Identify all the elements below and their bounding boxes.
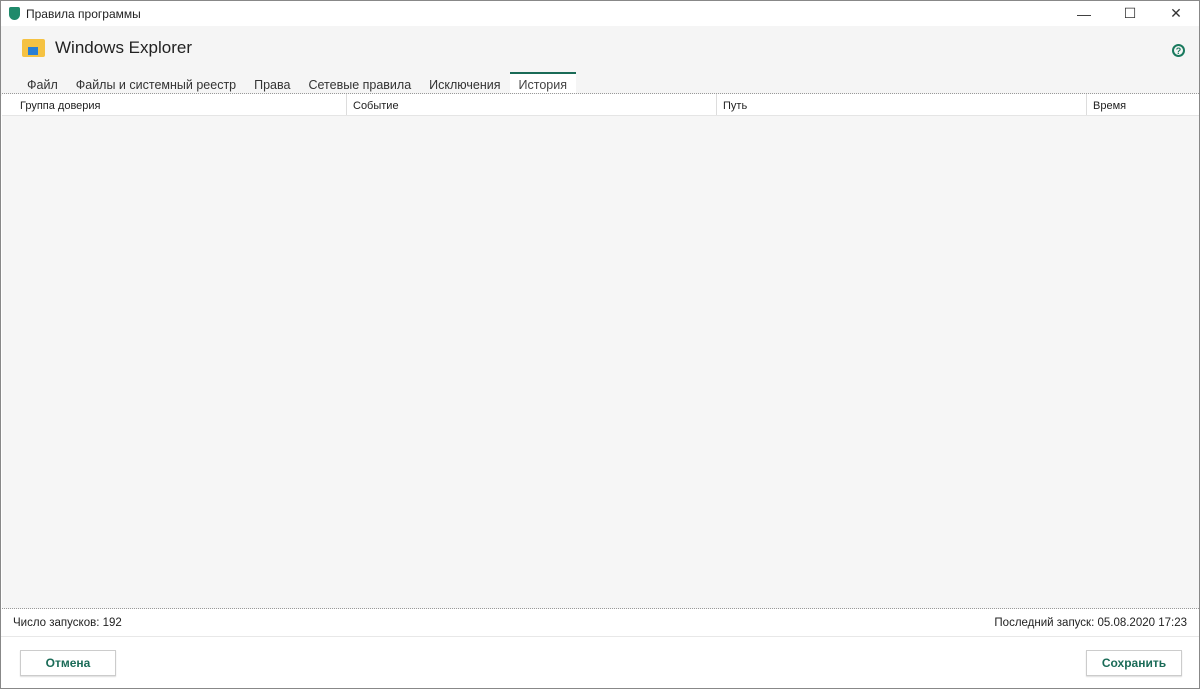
column-trust-group[interactable]: Группа доверия	[2, 94, 347, 115]
save-button[interactable]: Сохранить	[1086, 650, 1182, 676]
folder-icon	[22, 39, 45, 57]
title-bar: Правила программы	[1, 1, 1199, 26]
cancel-button[interactable]: Отмена	[20, 650, 116, 676]
column-time[interactable]: Время	[1087, 94, 1199, 115]
history-table[interactable]: Группа доверия Событие Путь Время	[2, 93, 1199, 609]
column-event[interactable]: Событие	[347, 94, 717, 115]
status-footer: Число запусков: 192 Последний запуск: 05…	[1, 610, 1199, 637]
header: Windows Explorer ? Файл Файлы и системны…	[1, 26, 1199, 96]
maximize-button[interactable]: ☐	[1107, 1, 1153, 26]
window-title: Правила программы	[26, 6, 141, 21]
shield-icon	[9, 7, 20, 20]
column-path[interactable]: Путь	[717, 94, 1087, 115]
close-button[interactable]: ✕	[1153, 1, 1199, 26]
help-icon[interactable]: ?	[1172, 44, 1185, 57]
minimize-button[interactable]: —	[1061, 1, 1107, 26]
last-launch: Последний запуск: 05.08.2020 17:23	[994, 617, 1187, 629]
table-header: Группа доверия Событие Путь Время	[2, 94, 1199, 116]
launch-count: Число запусков: 192	[13, 617, 122, 629]
app-title: Windows Explorer	[55, 38, 192, 57]
